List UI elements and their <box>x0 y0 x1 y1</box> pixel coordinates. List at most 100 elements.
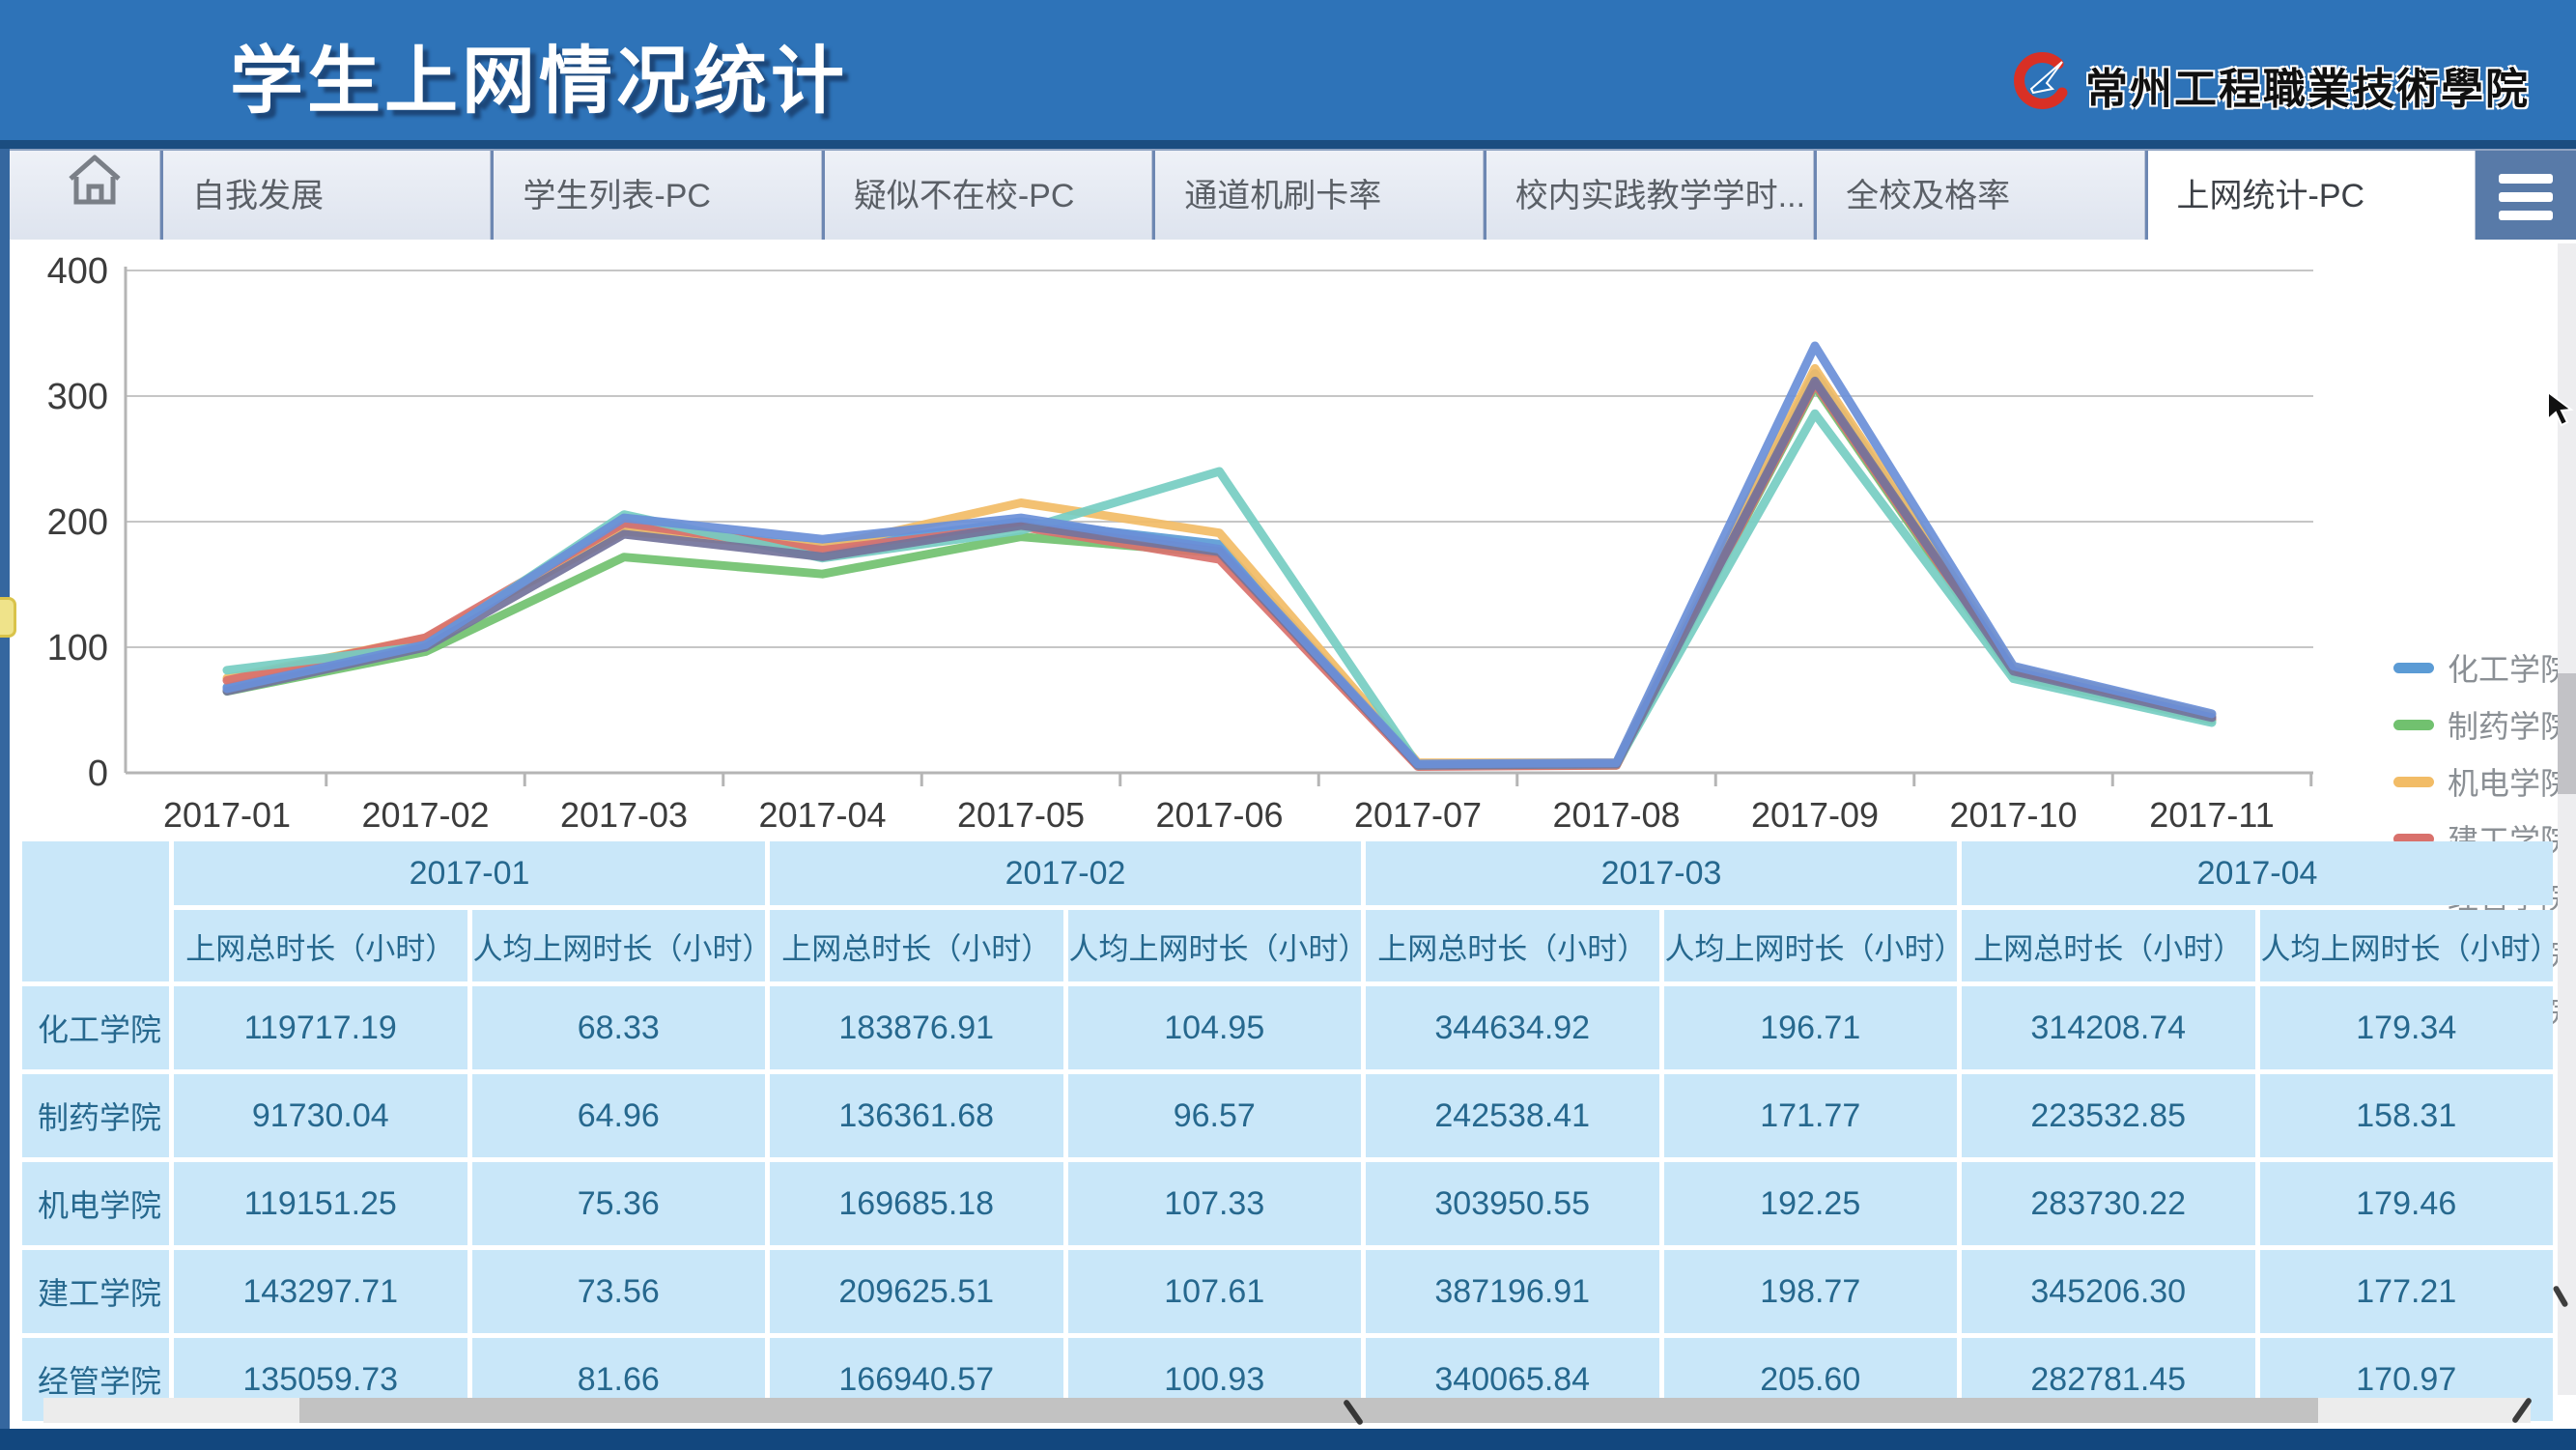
metric-header: 上网总时长（小时） <box>770 910 1063 981</box>
side-handle-marker[interactable] <box>0 597 16 638</box>
vertical-scrollbar-thumb[interactable] <box>2558 673 2576 794</box>
value-cell: 196.71 <box>1664 986 1958 1069</box>
value-cell: 209625.51 <box>770 1250 1063 1333</box>
tab-suspected-off-campus-pc[interactable]: 疑似不在校-PC <box>822 151 1152 243</box>
x-axis-tick: 2017-09 <box>1751 795 1879 835</box>
value-cell: 119151.25 <box>174 1162 467 1245</box>
value-cell: 344634.92 <box>1366 986 1659 1069</box>
month-group-header: 2017-03 <box>1366 841 1957 905</box>
value-cell: 192.25 <box>1664 1162 1958 1245</box>
y-axis-tick: 300 <box>47 377 108 417</box>
value-cell: 75.36 <box>472 1162 766 1245</box>
value-cell: 73.56 <box>472 1250 766 1333</box>
college-name-cell: 建工学院 <box>22 1250 169 1333</box>
month-group-header: 2017-04 <box>1962 841 2553 905</box>
value-cell: 345206.30 <box>1962 1250 2255 1333</box>
value-cell: 169685.18 <box>770 1162 1063 1245</box>
metric-header: 上网总时长（小时） <box>174 910 467 981</box>
value-cell: 314208.74 <box>1962 986 2255 1069</box>
series-huagong[interactable] <box>227 374 2212 764</box>
value-cell: 143297.71 <box>174 1250 467 1333</box>
x-axis-tick: 2017-08 <box>1552 795 1680 835</box>
table-corner-cell <box>22 841 169 981</box>
x-axis-tick: 2017-10 <box>1949 795 2077 835</box>
tab-bar: 自我发展学生列表-PC疑似不在校-PC通道机刷卡率校内实践教学学时...全校及格… <box>0 149 2576 243</box>
table-row: 机电学院119151.2575.36169685.18107.33303950.… <box>22 1162 2553 1245</box>
value-cell: 91730.04 <box>174 1074 467 1157</box>
value-cell: 223532.85 <box>1962 1074 2255 1157</box>
legend-item-huagong[interactable]: 化工学院 <box>2393 645 2571 690</box>
legend-item-zhiyao[interactable]: 制药学院 <box>2393 702 2571 747</box>
left-border-strip <box>0 149 10 1430</box>
home-icon <box>65 152 125 242</box>
tab-practice-teaching-hours[interactable]: 校内实践教学学时... <box>1484 151 1814 243</box>
tab-internet-stats-pc[interactable]: 上网统计-PC <box>2145 151 2476 243</box>
school-logo-text: 常州工程職業技術學院 <box>2085 54 2530 116</box>
page-title: 学生上网情况统计 <box>230 21 848 128</box>
x-axis-tick: 2017-05 <box>957 795 1085 835</box>
page-header: 学生上网情况统计 常州工程職業技術學院 <box>0 0 2576 149</box>
school-logo-icon <box>2008 50 2072 119</box>
legend-item-jidian[interactable]: 机电学院 <box>2393 759 2571 804</box>
legend-swatch <box>2393 663 2434 673</box>
tab-self-development[interactable]: 自我发展 <box>160 151 491 243</box>
series-xinxi[interactable] <box>227 381 2212 765</box>
legend-label: 化工学院 <box>2448 645 2571 690</box>
x-axis-tick: 2017-01 <box>163 795 291 835</box>
internet-usage-chart: 01002003004002017-012017-022017-032017-0… <box>0 240 2576 840</box>
college-name-cell: 机电学院 <box>22 1162 169 1245</box>
month-group-header: 2017-01 <box>174 841 765 905</box>
month-group-header: 2017-02 <box>770 841 1361 905</box>
usage-table: 2017-012017-022017-032017-04上网总时长（小时）人均上… <box>17 837 2558 1426</box>
value-cell: 136361.68 <box>770 1074 1063 1157</box>
tab-school-pass-rate[interactable]: 全校及格率 <box>1814 151 2144 243</box>
value-cell: 104.95 <box>1068 986 1362 1069</box>
value-cell: 107.61 <box>1068 1250 1362 1333</box>
value-cell: 119717.19 <box>174 986 467 1069</box>
y-axis-tick: 200 <box>47 502 108 543</box>
legend-label: 机电学院 <box>2448 759 2571 804</box>
value-cell: 158.31 <box>2260 1074 2554 1157</box>
line-chart: 01002003004002017-012017-022017-032017-0… <box>0 240 2376 840</box>
menu-button[interactable] <box>2476 151 2576 243</box>
x-axis-tick: 2017-07 <box>1354 795 1482 835</box>
mouse-cursor <box>2546 390 2576 434</box>
value-cell: 283730.22 <box>1962 1162 2255 1245</box>
value-cell: 179.46 <box>2260 1162 2554 1245</box>
value-cell: 177.21 <box>2260 1250 2554 1333</box>
x-axis-tick: 2017-04 <box>758 795 886 835</box>
metric-header: 上网总时长（小时） <box>1366 910 1659 981</box>
table-row: 化工学院119717.1968.33183876.91104.95344634.… <box>22 986 2553 1069</box>
x-axis-tick: 2017-06 <box>1155 795 1283 835</box>
table-sub-header-row: 上网总时长（小时）人均上网时长（小时）上网总时长（小时）人均上网时长（小时）上网… <box>22 910 2553 981</box>
horizontal-scrollbar-thumb[interactable] <box>299 1398 2318 1423</box>
metric-header: 人均上网时长（小时） <box>472 910 766 981</box>
bottom-bar <box>0 1429 2576 1450</box>
usage-table-head: 2017-012017-022017-032017-04上网总时长（小时）人均上… <box>22 841 2553 981</box>
value-cell: 179.34 <box>2260 986 2554 1069</box>
tab-list: 自我发展学生列表-PC疑似不在校-PC通道机刷卡率校内实践教学学时...全校及格… <box>160 151 2476 243</box>
x-axis-tick: 2017-02 <box>361 795 489 835</box>
table-row: 建工学院143297.7173.56209625.51107.61387196.… <box>22 1250 2553 1333</box>
college-name-cell: 化工学院 <box>22 986 169 1069</box>
value-cell: 171.77 <box>1664 1074 1958 1157</box>
horizontal-scrollbar[interactable] <box>43 1398 2531 1423</box>
metric-header: 人均上网时长（小时） <box>2260 910 2554 981</box>
x-axis-tick: 2017-03 <box>560 795 688 835</box>
metric-header: 人均上网时长（小时） <box>1664 910 1958 981</box>
usage-table-body: 化工学院119717.1968.33183876.91104.95344634.… <box>22 986 2553 1421</box>
series-zhuangshi[interactable] <box>227 346 2212 764</box>
tab-student-list-pc[interactable]: 学生列表-PC <box>491 151 821 243</box>
usage-table-wrap: 2017-012017-022017-032017-04上网总时长（小时）人均上… <box>17 837 2558 1426</box>
tab-gate-swipe-rate[interactable]: 通道机刷卡率 <box>1152 151 1483 243</box>
value-cell: 107.33 <box>1068 1162 1362 1245</box>
value-cell: 387196.91 <box>1366 1250 1659 1333</box>
value-cell: 96.57 <box>1068 1074 1362 1157</box>
value-cell: 242538.41 <box>1366 1074 1659 1157</box>
legend-label: 制药学院 <box>2448 702 2571 747</box>
college-name-cell: 制药学院 <box>22 1074 169 1157</box>
series-jiangong[interactable] <box>227 384 2212 767</box>
tab-home[interactable] <box>0 151 160 243</box>
legend-swatch <box>2393 720 2434 730</box>
table-row: 制药学院91730.0464.96136361.6896.57242538.41… <box>22 1074 2553 1157</box>
